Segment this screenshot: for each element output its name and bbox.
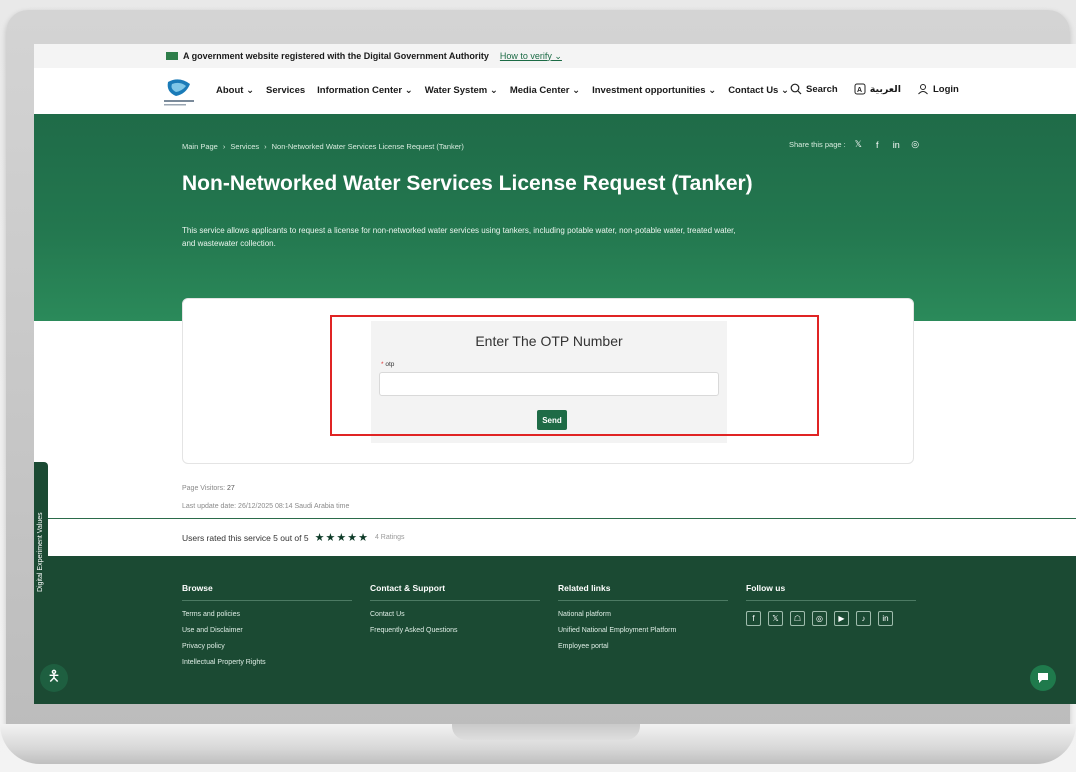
breadcrumb: Main Page › Services › Non-Networked Wat… xyxy=(182,142,464,151)
nav-contact-us[interactable]: Contact Us ⌄ xyxy=(728,85,789,96)
ratings-count: 4 Ratings xyxy=(374,534,405,541)
x-icon[interactable]: 𝕏 xyxy=(768,611,783,626)
footer-link-terms[interactable]: Terms and policies xyxy=(182,611,352,618)
footer-link-national-platform[interactable]: National platform xyxy=(558,611,728,618)
linkedin-share-icon[interactable]: in xyxy=(890,138,903,151)
nav-about[interactable]: About ⌄ xyxy=(216,85,254,96)
footer-follow-title: Follow us xyxy=(746,583,916,601)
nav-media-center[interactable]: Media Center ⌄ xyxy=(510,85,580,96)
footer-link-disclaimer[interactable]: Use and Disclaimer xyxy=(182,627,352,634)
x-share-icon[interactable]: 𝕏 xyxy=(852,138,865,151)
breadcrumb-main-page[interactable]: Main Page xyxy=(182,142,218,151)
gov-registration-text: A government website registered with the… xyxy=(183,51,489,61)
nav-investment-opportunities[interactable]: Investment opportunities ⌄ xyxy=(592,85,716,96)
share-label: Share this page : xyxy=(789,140,846,149)
footer-follow: Follow us f 𝕏 ☖ ◎ ▶ ♪ in xyxy=(746,583,916,626)
laptop-notch xyxy=(452,724,640,740)
footer-browse: Browse Terms and policies Use and Discla… xyxy=(182,583,352,675)
gov-verification-bar: A government website registered with the… xyxy=(34,44,1076,68)
footer-related-title: Related links xyxy=(558,583,728,601)
service-form-card: Enter The OTP Number * otp Send xyxy=(182,298,914,464)
otp-form-title: Enter The OTP Number xyxy=(475,333,623,349)
search-icon xyxy=(790,83,802,95)
footer-contact: Contact & Support Contact Us Frequently … xyxy=(370,583,540,643)
snapchat-icon[interactable]: ☖ xyxy=(790,611,805,626)
page-title: Non-Networked Water Services License Req… xyxy=(182,172,753,195)
browser-screen: A government website registered with the… xyxy=(34,44,1076,704)
facebook-icon[interactable]: f xyxy=(746,611,761,626)
service-description: This service allows applicants to reques… xyxy=(182,226,736,248)
rating-stars[interactable]: ★★★★★ xyxy=(315,531,369,544)
send-button[interactable]: Send xyxy=(537,410,567,430)
otp-input[interactable] xyxy=(379,372,719,396)
footer-contact-title: Contact & Support xyxy=(370,583,540,601)
facebook-share-icon[interactable]: f xyxy=(871,138,884,151)
search-button[interactable]: Search xyxy=(790,83,838,95)
page-visitors: Page Visitors: 27 xyxy=(182,485,235,492)
breadcrumb-separator-icon: › xyxy=(222,142,226,151)
footer-link-contact-us[interactable]: Contact Us xyxy=(370,611,540,618)
accessibility-icon[interactable]: 🯅 xyxy=(40,664,68,692)
footer-link-employee-portal[interactable]: Employee portal xyxy=(558,643,728,650)
whatsapp-share-icon[interactable]: ◎ xyxy=(909,138,922,151)
breadcrumb-services[interactable]: Services xyxy=(230,142,259,151)
footer-link-employment-platform[interactable]: Unified National Employment Platform xyxy=(558,627,728,634)
share-bar: Share this page : 𝕏 f in ◎ xyxy=(789,138,922,151)
footer-related: Related links National platform Unified … xyxy=(558,583,728,659)
tiktok-icon[interactable]: ♪ xyxy=(856,611,871,626)
linkedin-icon[interactable]: in xyxy=(878,611,893,626)
how-to-verify-link[interactable]: How to verify ⌄ xyxy=(500,51,562,62)
footer-browse-title: Browse xyxy=(182,583,352,601)
service-rating: Users rated this service 5 out of 5 ★★★★… xyxy=(34,518,1076,556)
youtube-icon[interactable]: ▶ xyxy=(834,611,849,626)
footer-link-faq[interactable]: Frequently Asked Questions xyxy=(370,627,540,634)
nav-services[interactable]: Services xyxy=(266,85,305,96)
swa-logo[interactable] xyxy=(162,74,196,108)
site-footer: Browse Terms and policies Use and Discla… xyxy=(34,556,1076,704)
hero-banner: Main Page › Services › Non-Networked Wat… xyxy=(34,114,1076,321)
rating-text: Users rated this service 5 out of 5 xyxy=(182,532,309,543)
breadcrumb-separator-icon: › xyxy=(264,142,267,151)
nav-information-center[interactable]: Information Center ⌄ xyxy=(317,85,413,96)
otp-form: Enter The OTP Number * otp Send xyxy=(371,321,727,443)
instagram-icon[interactable]: ◎ xyxy=(812,611,827,626)
login-button[interactable]: Login xyxy=(917,83,959,95)
saudi-flag-icon xyxy=(166,52,178,60)
otp-field-label: * otp xyxy=(381,361,395,368)
breadcrumb-current: Non-Networked Water Services License Req… xyxy=(271,142,464,151)
digital-experiment-tab[interactable]: Digital Experiment Values xyxy=(34,462,48,600)
main-navigation: About ⌄ Services Information Center ⌄ Wa… xyxy=(34,68,1076,114)
svg-text:A: A xyxy=(857,87,862,94)
last-update-date: Last update date: 26/12/2025 08:14 Saudi… xyxy=(182,503,350,510)
footer-link-privacy[interactable]: Privacy policy xyxy=(182,643,352,650)
user-icon xyxy=(918,84,928,95)
footer-link-ip-rights[interactable]: Intellectual Property Rights xyxy=(182,659,352,666)
nav-water-system[interactable]: Water System ⌄ xyxy=(425,85,498,96)
chat-bubble-icon xyxy=(1038,673,1048,683)
chat-icon[interactable] xyxy=(1030,665,1056,691)
translate-icon: A xyxy=(854,83,866,95)
language-toggle[interactable]: A العربية xyxy=(854,83,901,95)
